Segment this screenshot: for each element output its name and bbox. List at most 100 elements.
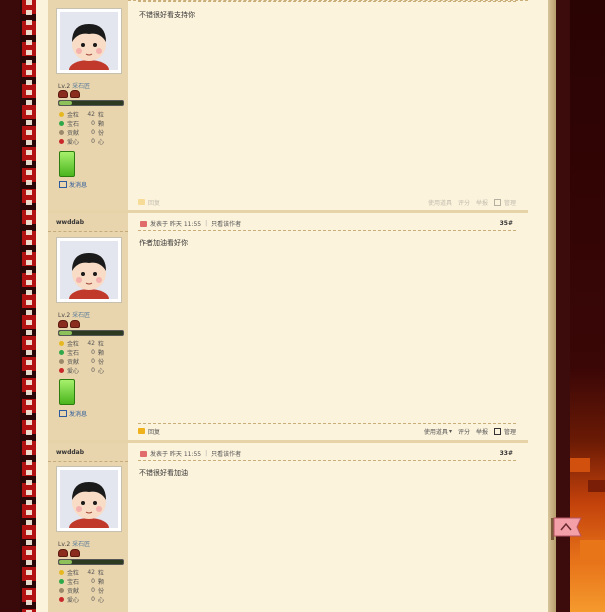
stat-unit: 份 [98,588,105,595]
stat-unit: 颗 [98,121,105,128]
stat-contribution: 贡献 0 份 [59,357,104,366]
stat-unit: 粒 [98,112,105,119]
stat-unit: 颗 [98,579,105,586]
lava-block [570,458,590,472]
contribution-icon [59,130,64,135]
heart-icon [59,597,64,602]
post-info-divider [138,460,516,461]
rate-button[interactable]: 评分 [458,427,470,436]
stat-label: 宝石 [67,350,80,357]
badge-icon[interactable] [59,151,75,177]
rank-title[interactable]: 采石匠 [72,541,90,548]
use-item-button[interactable]: 使用道具 [428,198,452,207]
level-progress-bar [58,559,124,565]
floor-number[interactable]: 35# [500,220,513,227]
contribution-icon [59,588,64,593]
stat-label: 金粒 [67,112,80,119]
avatar-image [60,241,118,299]
level-progress-fill [59,101,72,105]
stat-value: 0 [91,367,95,374]
medal-icon [70,549,80,557]
stat-unit: 粒 [98,341,105,348]
level-progress-fill [59,331,72,335]
level-value: Lv.2 [58,83,71,90]
only-author-link[interactable]: 只看该作者 [211,449,241,458]
stat-label: 爱心 [67,368,80,375]
stat-label: 爱心 [67,597,80,604]
avatar[interactable] [56,466,122,532]
stat-label: 贡献 [67,130,80,137]
avatar[interactable] [56,237,122,303]
stat-gold: 金粒 42 粒 [59,110,104,119]
send-message-label: 发消息 [69,182,88,189]
stat-gold: 金粒 42 粒 [59,568,104,577]
stat-unit: 心 [98,597,105,604]
username[interactable]: wwddab [56,449,84,456]
post-actions: 回复 使用道具 ▾ 评分 举报 管理 [138,426,516,436]
envelope-icon [59,181,67,188]
stat-value: 42 [87,569,95,576]
manage-label: 管理 [503,199,516,207]
stat-value: 0 [91,578,95,585]
use-item-button[interactable]: 使用道具 [424,427,448,436]
reply-button[interactable]: 回复 [148,427,160,436]
post-2: wwddab Lv.2 采石匠 金粒 42 粒 宝石 0 颗 贡献 0 份 爱心 0 心 发消息 [48,213,528,440]
gold-icon [59,112,64,117]
level-progress-bar [58,100,124,106]
back-to-top-flag-icon[interactable] [551,516,585,540]
reply-icon [138,428,145,434]
report-button[interactable]: 举报 [476,198,488,207]
avatar[interactable] [56,8,122,74]
rank-title[interactable]: 采石匠 [72,83,90,90]
stat-label: 宝石 [67,579,80,586]
send-message-link[interactable]: 发消息 [59,409,87,418]
send-message-link[interactable]: 发消息 [59,180,87,189]
stat-unit: 心 [98,368,105,375]
stat-gem: 宝石 0 颗 [59,348,104,357]
medal-icon [58,549,68,557]
floor-number[interactable]: 33# [500,450,513,457]
medals [58,90,80,98]
action-divider [138,423,516,424]
medal-icon [58,90,68,98]
send-message-label: 发消息 [69,411,88,418]
left-chain-highlight [26,0,32,612]
rate-button[interactable]: 评分 [458,198,470,207]
badge-icon[interactable] [59,379,75,405]
manage-checkbox[interactable] [493,198,501,206]
stat-gem: 宝石 0 颗 [59,119,104,128]
envelope-icon [59,410,67,417]
stat-love: 爱心 0 心 [59,595,104,604]
stat-label: 金粒 [67,570,80,577]
rank-title[interactable]: 采石匠 [72,312,90,319]
post-content: 不错很好看支持你 [139,11,195,19]
sidebar-divider [48,231,128,232]
stat-contribution: 贡献 0 份 [59,128,104,137]
only-author-link[interactable]: 只看该作者 [211,219,241,228]
stat-value: 0 [91,129,95,136]
manage-checkbox[interactable] [493,427,501,435]
post-1: Lv.2 采石匠 金粒 42 粒 宝石 0 颗 贡献 0 份 爱心 0 心 发消息 不错很好看支… [48,0,528,210]
stat-unit: 份 [98,359,105,366]
stat-value: 0 [91,596,95,603]
medal-icon [70,320,80,328]
report-button[interactable]: 举报 [476,427,488,436]
gem-icon [59,579,64,584]
stat-value: 42 [87,111,95,118]
stat-value: 0 [91,120,95,127]
manage-label: 管理 [503,428,516,436]
user-level: Lv.2 采石匠 [58,310,90,319]
username[interactable]: wwddab [56,219,84,226]
post-3: wwddab Lv.2 采石匠 金粒 42 粒 宝石 0 颗 贡献 0 份 爱心 0 心 [48,443,528,612]
reply-icon [138,199,145,205]
stat-gem: 宝石 0 颗 [59,577,104,586]
chevron-down-icon: ▾ [448,427,452,435]
post-content: 不错很好看加油 [139,469,188,477]
avatar-image [60,470,118,528]
gem-icon [59,121,64,126]
stat-unit: 粒 [98,570,105,577]
level-progress-bar [58,330,124,336]
medals [58,320,80,328]
reply-button[interactable]: 回复 [148,198,160,207]
level-value: Lv.2 [58,312,71,319]
